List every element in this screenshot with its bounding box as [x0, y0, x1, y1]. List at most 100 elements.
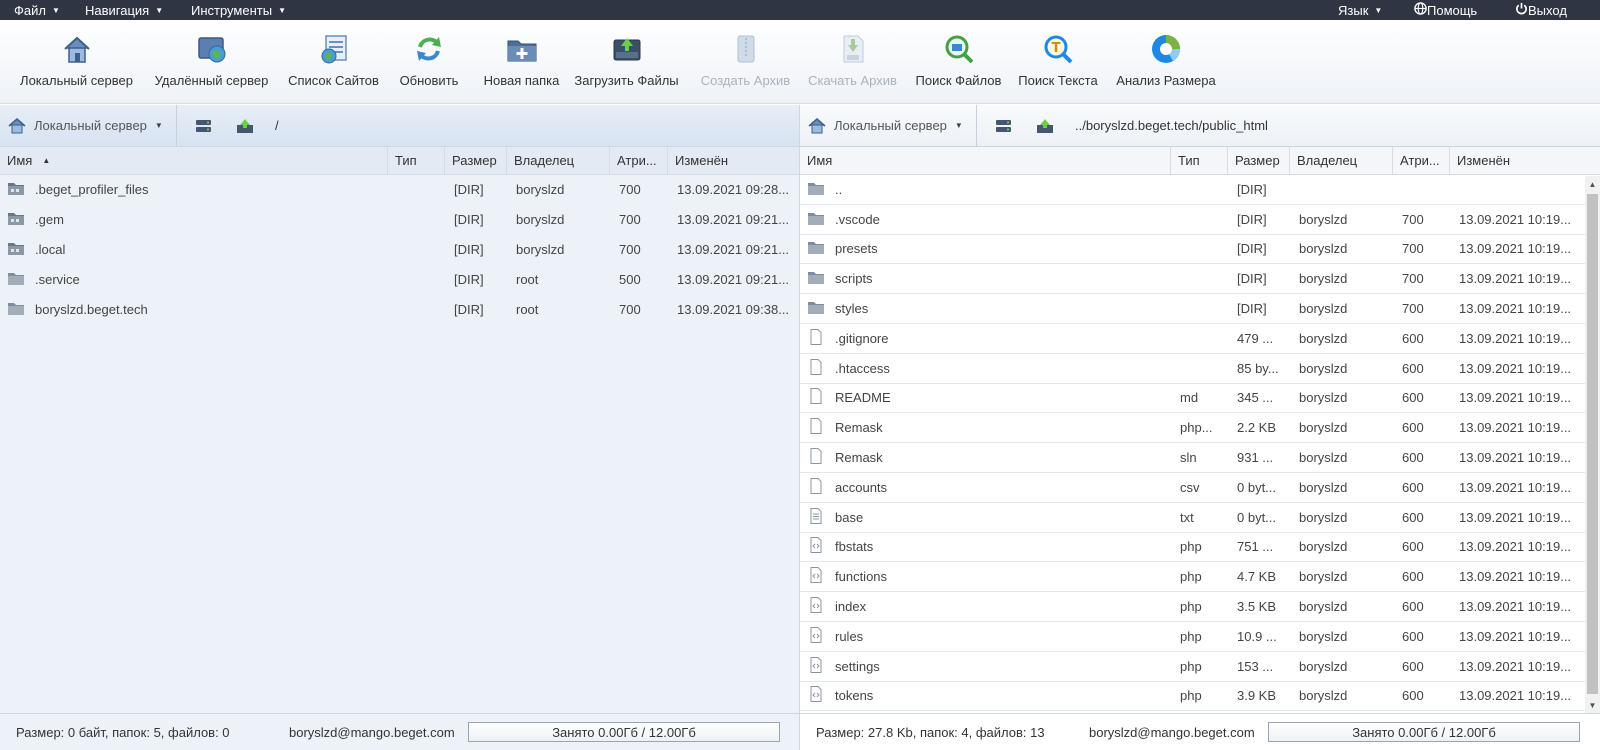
col-owner[interactable]: Владелец	[507, 146, 610, 175]
create-archive-button[interactable]: Создать Архив	[694, 20, 797, 104]
cell-attrs: 700	[1393, 241, 1450, 256]
menu-help-label: Помощь	[1427, 2, 1478, 18]
col-owner[interactable]: Владелец	[1290, 146, 1393, 175]
scrollbar-thumb[interactable]	[1587, 194, 1598, 694]
col-size[interactable]: Размер	[1228, 146, 1290, 175]
right-scrollbar[interactable]: ▲ ▼	[1585, 176, 1600, 713]
table-row[interactable]: tokens php 3.9 KB boryslzd 600 13.09.2021 10:…	[800, 682, 1600, 712]
download-archive-icon	[836, 32, 870, 66]
site-list-button[interactable]: Список Сайтов	[286, 20, 381, 104]
cell-modified: 13.09.2021 09:38...	[668, 302, 799, 317]
size-analysis-button[interactable]: Анализ Размера	[1114, 20, 1218, 104]
scroll-up-icon[interactable]: ▲	[1585, 176, 1600, 192]
table-row[interactable]: fbstats php 751 ... boryslzd 600 13.09.2021 1…	[800, 533, 1600, 563]
cell-size: [DIR]	[445, 242, 507, 257]
table-row[interactable]: .vscode [DIR] boryslzd 700 13.09.2021 10:19.…	[800, 205, 1600, 235]
cell-attrs: 600	[1393, 361, 1450, 376]
table-row[interactable]: presets [DIR] boryslzd 700 13.09.2021 10:19.…	[800, 235, 1600, 265]
table-row[interactable]: .local [DIR] boryslzd 700 13.09.2021 09:21..…	[0, 235, 799, 265]
table-row[interactable]: .service [DIR] root 500 13.09.2021 09:21...	[0, 264, 799, 294]
left-up-folder-button[interactable]	[235, 117, 255, 135]
cell-size: [DIR]	[445, 272, 507, 287]
table-row[interactable]: accounts csv 0 byt... boryslzd 600 13.09.2021…	[800, 473, 1600, 503]
col-owner-label: Владелец	[514, 153, 575, 168]
table-row[interactable]: rules php 10.9 ... boryslzd 600 13.09.2021 10…	[800, 622, 1600, 652]
col-modified[interactable]: Изменён	[668, 147, 799, 175]
col-name-label: Имя	[807, 153, 833, 168]
local-server-label: Локальный сервер	[20, 73, 133, 88]
menu-help[interactable]: Помощь	[1414, 0, 1477, 20]
home-icon	[8, 117, 26, 133]
table-row[interactable]: .beget_profiler_files [DIR] boryslzd 700 13.…	[0, 175, 799, 205]
cell-attrs-text: 600	[1402, 688, 1424, 704]
cell-owner-text: boryslzd	[1299, 479, 1348, 495]
table-row[interactable]: .gem [DIR] boryslzd 700 13.09.2021 09:21...	[0, 205, 799, 235]
cell-name-text: .beget_profiler_files	[35, 182, 149, 198]
table-row[interactable]: boryslzd.beget.tech [DIR] root 700 13.09.202…	[0, 294, 799, 324]
download-archive-button[interactable]: Скачать Архив	[801, 20, 904, 104]
col-attrs[interactable]: Атри...	[610, 146, 668, 175]
cell-attrs-text: 700	[619, 182, 641, 198]
cell-attrs-text: 700	[1402, 301, 1424, 317]
cell-size: [DIR]	[445, 182, 507, 197]
right-panel: Локальный сервер ▼ ../boryslzd.beget.tec…	[800, 104, 1600, 750]
size-analysis-label: Анализ Размера	[1116, 73, 1216, 88]
col-name[interactable]: Имя ▲	[0, 146, 388, 175]
cell-size-text: 10.9 ...	[1237, 628, 1277, 644]
table-row[interactable]: index php 3.5 KB boryslzd 600 13.09.2021 10:1…	[800, 592, 1600, 622]
cell-type: csv	[1171, 480, 1228, 495]
table-row[interactable]: Remask sln 931 ... boryslzd 600 13.09.2021 10…	[800, 443, 1600, 473]
cell-attrs-text: 600	[1402, 420, 1424, 436]
menu-file[interactable]: Файл ▼	[14, 0, 60, 20]
table-row[interactable]: functions php 4.7 KB boryslzd 600 13.09.2021 …	[800, 562, 1600, 593]
scroll-down-icon[interactable]: ▼	[1585, 697, 1600, 713]
right-up-folder-button[interactable]	[1035, 117, 1055, 135]
local-server-button[interactable]: Локальный сервер	[18, 20, 135, 104]
col-type[interactable]: Тип	[1171, 146, 1228, 175]
cell-attrs: 600	[1393, 539, 1450, 554]
upload-icon	[610, 32, 644, 66]
cell-attrs-text: 600	[1402, 569, 1424, 585]
file-search-button[interactable]: Поиск Файлов	[911, 20, 1006, 104]
cell-type: php	[1171, 599, 1228, 614]
left-status-account: boryslzd@mango.beget.com	[289, 724, 455, 740]
menu-navigation[interactable]: Навигация ▼	[85, 0, 163, 20]
left-server-select[interactable]: Локальный сервер ▼	[0, 104, 177, 147]
table-row[interactable]: base txt 0 byt... boryslzd 600 13.09.2021 10:…	[800, 503, 1600, 533]
col-type[interactable]: Тип	[388, 146, 445, 175]
cell-size-text: 3.9 KB	[1237, 688, 1277, 704]
menu-exit[interactable]: Выход	[1515, 0, 1567, 20]
upload-files-button[interactable]: Загрузить Файлы	[570, 20, 683, 104]
table-row[interactable]: settings php 153 ... boryslzd 600 13.09.2021 …	[800, 652, 1600, 682]
cell-type: sln	[1171, 450, 1228, 465]
remote-server-button[interactable]: Удалённый сервер	[153, 20, 270, 104]
col-size[interactable]: Размер	[445, 146, 507, 175]
table-row[interactable]: Remask php... 2.2 KB boryslzd 600 13.09.2021 …	[800, 413, 1600, 444]
table-row[interactable]: .gitignore 479 ... boryslzd 600 13.09.2021 1…	[800, 324, 1600, 354]
cell-size: 0 byt...	[1228, 510, 1290, 525]
cell-name-text: .service	[35, 271, 80, 287]
left-server-root-button[interactable]	[193, 117, 213, 135]
refresh-button[interactable]: Обновить	[394, 20, 464, 104]
cell-name-text: .vscode	[835, 211, 880, 227]
right-server-root-button[interactable]	[993, 117, 1013, 135]
table-row[interactable]: .htaccess 85 by... boryslzd 600 13.09.2021 1…	[800, 354, 1600, 384]
col-modified[interactable]: Изменён	[1450, 147, 1585, 175]
col-name[interactable]: Имя	[800, 146, 1171, 175]
cell-name: README	[800, 388, 1171, 407]
cell-owner: boryslzd	[507, 242, 610, 257]
table-row[interactable]: styles [DIR] boryslzd 700 13.09.2021 10:19..…	[800, 294, 1600, 324]
table-row[interactable]: scripts [DIR] boryslzd 700 13.09.2021 10:19.…	[800, 264, 1600, 295]
new-folder-button[interactable]: Новая папка	[474, 20, 569, 104]
cell-attrs-text: 600	[1402, 479, 1424, 495]
menu-tools[interactable]: Инструменты ▼	[191, 0, 286, 20]
table-row[interactable]: .. [DIR]	[800, 175, 1600, 205]
right-server-select[interactable]: Локальный сервер ▼	[800, 104, 977, 147]
menu-language[interactable]: Язык ▼	[1338, 0, 1382, 20]
text-search-button[interactable]: T Поиск Текста	[1016, 20, 1100, 104]
col-attrs[interactable]: Атри...	[1393, 146, 1450, 175]
cell-owner: root	[507, 302, 610, 317]
table-row[interactable]: README md 345 ... boryslzd 600 13.09.2021 10:…	[800, 384, 1600, 414]
cell-name-text: .gem	[35, 212, 64, 228]
cell-name: styles	[800, 299, 1171, 318]
